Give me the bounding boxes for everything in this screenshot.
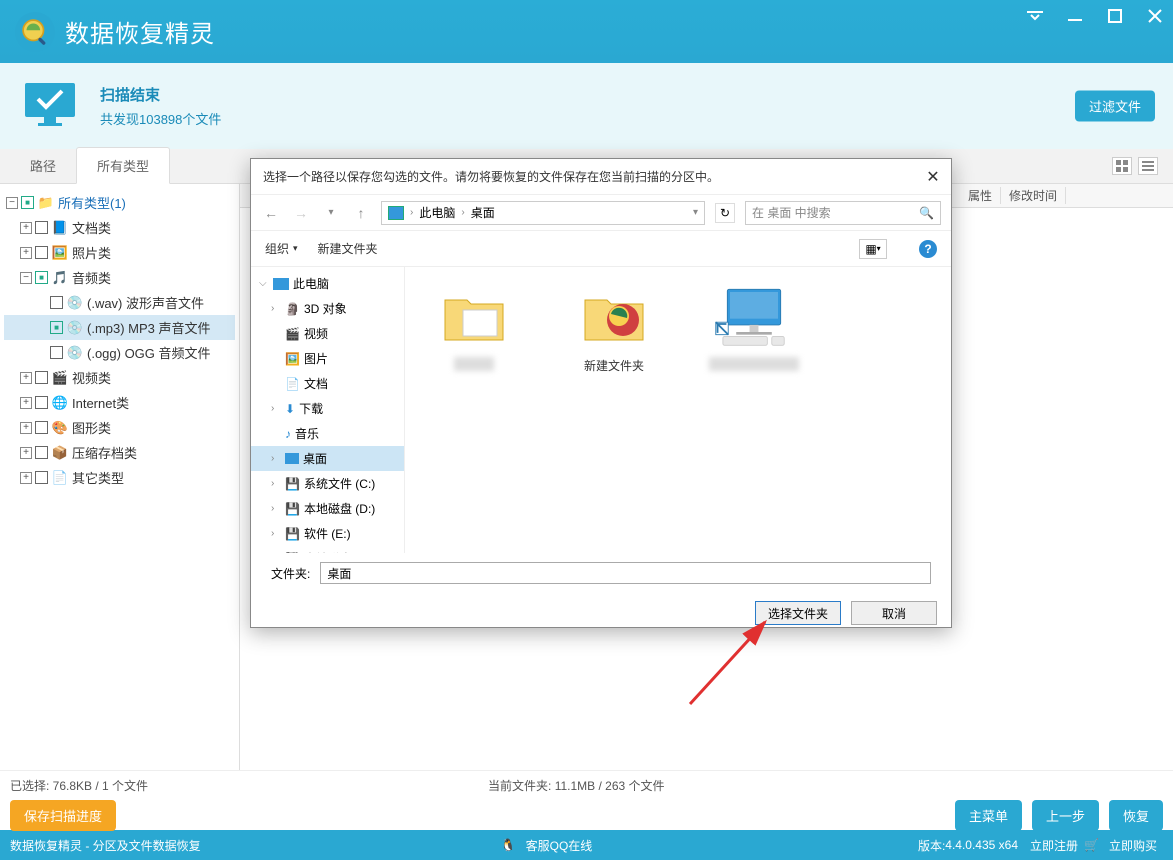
folder-item-new[interactable]: 新建文件夹: [559, 281, 669, 374]
folder-input-label: 文件夹:: [271, 565, 310, 582]
qq-link[interactable]: 客服QQ在线: [526, 837, 593, 854]
address-bar[interactable]: › 此电脑 › 桌面 ▾: [381, 201, 705, 225]
cart-icon: 🛒: [1084, 838, 1099, 852]
nav-dropdown[interactable]: ▾: [321, 203, 341, 223]
qq-icon: 🐧: [501, 838, 516, 852]
nav-up[interactable]: ↑: [351, 203, 371, 223]
register-link[interactable]: 立即注册: [1030, 837, 1078, 854]
dialog-nav: ← → ▾ ↑ › 此电脑 › 桌面 ▾ ↻ 在 桌面 中搜索 🔍: [251, 195, 951, 231]
dialog-close-button[interactable]: ✕: [923, 167, 943, 187]
search-box[interactable]: 在 桌面 中搜索 🔍: [745, 201, 941, 225]
dialog-input-row: 文件夹:: [251, 553, 951, 593]
save-scan-button[interactable]: 保存扫描进度: [10, 800, 116, 831]
dlg-tree-doc[interactable]: 📄文档: [251, 371, 404, 396]
organize-button[interactable]: 组织 ▾: [265, 240, 298, 257]
dialog-button-row: 选择文件夹 取消: [251, 593, 951, 633]
maximize-button[interactable]: [1107, 8, 1123, 24]
view-list-button[interactable]: [1138, 157, 1158, 175]
dlg-tree-download[interactable]: ›⬇下载: [251, 396, 404, 421]
tree-mp3[interactable]: 💿(.mp3) MP3 声音文件: [4, 315, 235, 340]
tab-all-types[interactable]: 所有类型: [76, 147, 170, 184]
dialog-nav-tree: ⌵此电脑 ›🗿3D 对象 🎬视频 🖼️图片 📄文档 ›⬇下载 ♪音乐 ›桌面 ›…: [251, 267, 405, 553]
help-button[interactable]: ?: [919, 240, 937, 258]
title-bar: 数据恢复精灵: [0, 0, 1173, 63]
dlg-tree-desktop[interactable]: ›桌面: [251, 446, 404, 471]
footer: 数据恢复精灵 - 分区及文件数据恢复 🐧 客服QQ在线 版本: 4.4.0.43…: [0, 830, 1173, 860]
pc-icon: [388, 206, 404, 220]
status-row-1: 已选择: 76.8KB / 1 个文件 当前文件夹: 11.1MB / 263 …: [0, 770, 1173, 800]
tree-internet[interactable]: +🌐Internet类: [4, 390, 235, 415]
dialog-content: 新建文件夹: [405, 267, 951, 553]
save-dialog: 选择一个路径以保存您勾选的文件。请勿将要恢复的文件保存在您当前扫描的分区中。 ✕…: [250, 158, 952, 628]
close-button[interactable]: [1147, 8, 1163, 24]
app-logo-icon: [15, 12, 55, 52]
tree-other[interactable]: +📄其它类型: [4, 465, 235, 490]
filter-button[interactable]: 过滤文件: [1075, 91, 1155, 122]
banner-title: 扫描结束: [100, 84, 221, 105]
version: 4.4.0.435 x64: [945, 838, 1018, 852]
tab-path[interactable]: 路径: [10, 148, 76, 183]
dlg-tree-f[interactable]: ›💾本地磁盘 (F:): [251, 546, 404, 553]
dlg-tree-music[interactable]: ♪音乐: [251, 421, 404, 446]
folder-input[interactable]: [320, 562, 931, 584]
scan-banner: 扫描结束 共发现103898个文件 过滤文件: [0, 63, 1173, 149]
app-title: 数据恢复精灵: [65, 14, 215, 49]
category-tree: −📁所有类型(1) +📘文档类 +🖼️照片类 −🎵音频类 💿(.wav) 波形声…: [0, 184, 240, 770]
status-row-2: 保存扫描进度 主菜单 上一步 恢复: [0, 800, 1173, 830]
tree-ogg[interactable]: 💿(.ogg) OGG 音频文件: [4, 340, 235, 365]
folder-item-1[interactable]: [419, 281, 529, 371]
selected-status: 已选择: 76.8KB / 1 个文件: [10, 777, 148, 794]
col-mtime[interactable]: 修改时间: [1001, 187, 1066, 204]
dropdown-icon[interactable]: [1027, 8, 1043, 24]
nav-back[interactable]: ←: [261, 203, 281, 223]
nav-forward[interactable]: →: [291, 203, 311, 223]
dialog-header: 选择一个路径以保存您勾选的文件。请勿将要恢复的文件保存在您当前扫描的分区中。 ✕: [251, 159, 951, 195]
dlg-tree-d[interactable]: ›💾本地磁盘 (D:): [251, 496, 404, 521]
dlg-tree-3d[interactable]: ›🗿3D 对象: [251, 296, 404, 321]
folder-item-pc[interactable]: [699, 281, 809, 371]
cancel-button[interactable]: 取消: [851, 601, 937, 625]
tree-photo[interactable]: +🖼️照片类: [4, 240, 235, 265]
dlg-tree-pic[interactable]: 🖼️图片: [251, 346, 404, 371]
banner-subtitle: 共发现103898个文件: [100, 109, 221, 128]
select-folder-button[interactable]: 选择文件夹: [755, 601, 841, 625]
minimize-button[interactable]: [1067, 8, 1083, 24]
search-icon: 🔍: [919, 206, 934, 220]
view-grid-button[interactable]: [1112, 157, 1132, 175]
prev-button[interactable]: 上一步: [1032, 800, 1099, 831]
dlg-tree-pc[interactable]: ⌵此电脑: [251, 271, 404, 296]
tree-doc[interactable]: +📘文档类: [4, 215, 235, 240]
tree-archive[interactable]: +📦压缩存档类: [4, 440, 235, 465]
refresh-button[interactable]: ↻: [715, 203, 735, 223]
dlg-tree-video[interactable]: 🎬视频: [251, 321, 404, 346]
tree-all-types[interactable]: −📁所有类型(1): [4, 190, 235, 215]
folder-status: 当前文件夹: 11.1MB / 263 个文件: [488, 777, 665, 794]
dlg-tree-e[interactable]: ›💾软件 (E:): [251, 521, 404, 546]
monitor-check-icon: [20, 81, 80, 131]
tree-video[interactable]: +🎬视频类: [4, 365, 235, 390]
dialog-toolbar: 组织 ▾ 新建文件夹 ▦ ▾ ?: [251, 231, 951, 267]
tree-graphic[interactable]: +🎨图形类: [4, 415, 235, 440]
footer-app: 数据恢复精灵 - 分区及文件数据恢复: [10, 837, 201, 854]
new-folder-button[interactable]: 新建文件夹: [318, 240, 378, 257]
dlg-tree-c[interactable]: ›💾系统文件 (C:): [251, 471, 404, 496]
recover-button[interactable]: 恢复: [1109, 800, 1163, 831]
version-label: 版本:: [918, 837, 945, 854]
main-menu-button[interactable]: 主菜单: [955, 800, 1022, 831]
tree-wav[interactable]: 💿(.wav) 波形声音文件: [4, 290, 235, 315]
buy-link[interactable]: 立即购买: [1109, 837, 1157, 854]
tree-audio[interactable]: −🎵音频类: [4, 265, 235, 290]
view-dropdown[interactable]: ▦ ▾: [859, 239, 887, 259]
col-attr[interactable]: 属性: [960, 187, 1001, 204]
